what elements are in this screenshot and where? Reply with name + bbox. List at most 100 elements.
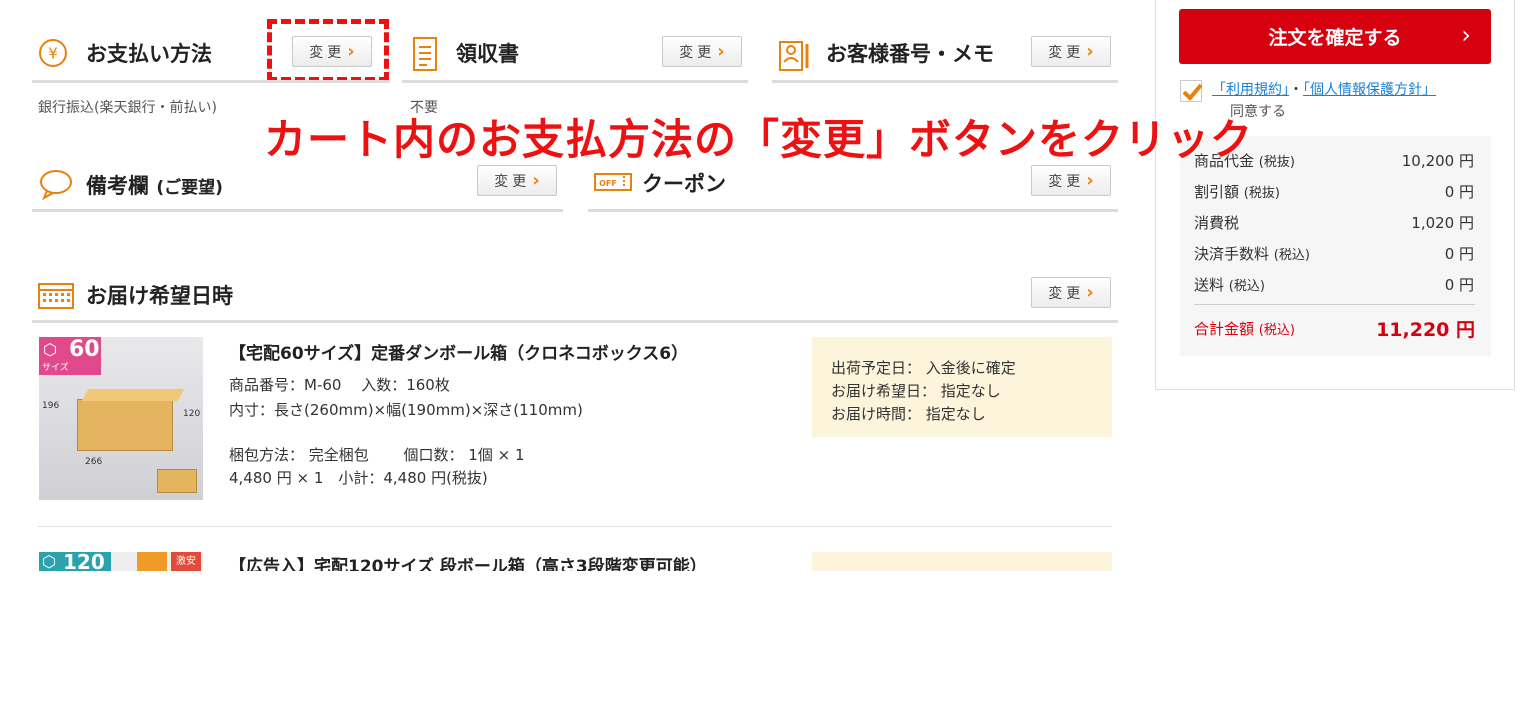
- thumb-dim-c: 266: [85, 457, 103, 467]
- privacy-link[interactable]: 「個人情報保護方針」: [1303, 82, 1436, 98]
- agree-text: 「利用規約」・「個人情報保護方針」: [1212, 79, 1436, 99]
- payment-section-title: お支払い方法: [86, 42, 212, 66]
- shipping-info-box: 出荷予定日： 入金後に確定 お届け希望日： 指定なし お届け時間： 指定なし: [812, 337, 1112, 437]
- remarks-section-title: 備考欄 (ご要望): [86, 170, 223, 200]
- remarks-change-button[interactable]: 変更 ›: [477, 165, 557, 196]
- discount-tag: 激安: [171, 552, 201, 571]
- remarks-divider: [32, 209, 563, 212]
- total-row: 合計金額 (税込) 11,220 円: [1194, 318, 1475, 341]
- summary-label: 割引額 (税抜): [1194, 183, 1280, 201]
- coupon-section-title: クーポン: [642, 172, 726, 196]
- customer-memo-icon: [778, 38, 814, 74]
- product-thumbnail[interactable]: ⬡ 60 サイズ 196 120 266: [39, 337, 203, 500]
- summary-row: 送料 (税込) 0 円: [1194, 274, 1474, 295]
- receipt-divider: [402, 80, 748, 83]
- payment-divider: [32, 80, 390, 83]
- summary-label: 決済手数料 (税込): [1194, 245, 1310, 263]
- product-title-2[interactable]: 【広告入】宅配120サイズ 段ボール箱（高さ3段階変更可能）: [229, 552, 707, 571]
- wish-time: お届け時間： 指定なし: [831, 405, 986, 423]
- checkmark-icon: [1182, 83, 1203, 101]
- summary-row: 決済手数料 (税込) 0 円: [1194, 243, 1474, 264]
- product-divider: [38, 526, 1112, 527]
- summary-label-text: 送料: [1194, 276, 1225, 294]
- instruction-annotation: カート内のお支払方法の「変更」ボタンをクリック: [264, 115, 1254, 164]
- remarks-title-sub: (ご要望): [156, 178, 223, 198]
- chevron-right-icon: ›: [1461, 21, 1471, 49]
- thumb-dim-b: 120: [183, 409, 201, 419]
- customer-change-label: 変更: [1048, 44, 1085, 61]
- coupon-divider: [588, 209, 1118, 212]
- chevron-right-icon: ›: [1086, 282, 1094, 303]
- summary-value: 0 円: [1444, 183, 1474, 201]
- summary-label-tax: (税込): [1228, 279, 1265, 294]
- total-divider: [1194, 304, 1475, 305]
- product-dimensions: 内寸：長さ(260mm)×幅(190mm)×深さ(110mm): [229, 401, 583, 419]
- highlight-box: [267, 19, 389, 82]
- summary-label: 送料 (税込): [1194, 276, 1265, 294]
- product-price: 4,480 円 × 1 小計：4,480 円(税抜): [229, 469, 488, 487]
- thumb-size-number-2: 120: [63, 550, 105, 571]
- terms-link[interactable]: 「利用規約」: [1212, 82, 1289, 98]
- summary-row: 割引額 (税抜) 0 円: [1194, 181, 1474, 202]
- customer-section-title: お客様番号・メモ: [826, 42, 994, 66]
- coupon-icon: OFF: [594, 172, 632, 192]
- chevron-right-icon: ›: [1086, 170, 1094, 191]
- size-badge: ⬡ 60 サイズ: [39, 337, 101, 375]
- total-label: 合計金額 (税込): [1194, 320, 1295, 338]
- thumb-dim-a: 196: [42, 401, 60, 411]
- summary-value: 1,020 円: [1411, 214, 1474, 232]
- cube-icon: ⬡: [42, 552, 56, 571]
- coupon-badge-text: OFF: [599, 179, 617, 188]
- payment-method-value: 銀行振込(楽天銀行・前払い): [38, 100, 217, 116]
- summary-label-text: 消費税: [1194, 214, 1240, 232]
- agree-checkbox[interactable]: [1180, 80, 1203, 102]
- product-packing: 梱包方法： 完全梱包 個口数： 1個 × 1: [229, 446, 525, 464]
- product-title[interactable]: 【宅配60サイズ】定番ダンボール箱（クロネコボックス6）: [229, 339, 688, 364]
- delivery-change-label: 変更: [1048, 285, 1085, 302]
- receipt-change-button[interactable]: 変更 ›: [662, 36, 742, 67]
- product-thumbnail-2[interactable]: 120 ⬡ 激安: [39, 550, 203, 571]
- coupon-change-button[interactable]: 変更 ›: [1031, 165, 1111, 196]
- chevron-right-icon: ›: [1086, 41, 1094, 62]
- confirm-order-label: 注文を確定する: [1268, 27, 1402, 49]
- receipt-change-label: 変更: [679, 44, 716, 61]
- discount-tag-label: 激安: [176, 556, 196, 567]
- summary-label-tax: (税抜): [1258, 155, 1295, 170]
- total-label-tax: (税込): [1258, 323, 1295, 338]
- summary-label-tax: (税抜): [1243, 186, 1280, 201]
- chevron-right-icon: ›: [532, 170, 540, 191]
- customer-divider: [772, 80, 1118, 83]
- box-top: [81, 389, 185, 401]
- delivery-change-button[interactable]: 変更 ›: [1031, 277, 1111, 308]
- confirm-order-button[interactable]: 注文を確定する ›: [1179, 9, 1491, 64]
- customer-change-button[interactable]: 変更 ›: [1031, 36, 1111, 67]
- size-badge-2: 120 ⬡: [39, 550, 111, 571]
- summary-value: 0 円: [1444, 245, 1474, 263]
- summary-label-text: 決済手数料: [1194, 245, 1270, 263]
- summary-row: 消費税 1,020 円: [1194, 212, 1474, 233]
- total-label-text: 合計金額: [1194, 320, 1255, 338]
- product-code: 商品番号：M-60 入数：160枚: [229, 376, 450, 394]
- speech-bubble-icon: [38, 168, 74, 201]
- small-box-image: [157, 469, 197, 493]
- chevron-right-icon: ›: [717, 41, 725, 62]
- delivery-section-title: お届け希望日時: [86, 284, 233, 308]
- product-2-viewport: 120 ⬡ 激安 【広告入】宅配120サイズ 段ボール箱（高さ3段階変更可能）: [0, 540, 1530, 571]
- agree-separator: ・: [1289, 82, 1303, 98]
- svg-text:¥: ¥: [48, 45, 58, 63]
- receipt-icon: [410, 36, 440, 74]
- cube-icon: ⬡: [43, 340, 57, 359]
- box-image: [77, 399, 173, 451]
- orange-tag: [137, 552, 167, 571]
- thumb-size-label: サイズ: [42, 363, 69, 373]
- summary-value: 0 円: [1444, 276, 1474, 294]
- total-value: 11,220 円: [1376, 319, 1475, 341]
- ship-date: 出荷予定日： 入金後に確定: [831, 359, 1016, 377]
- remarks-title-main: 備考欄: [86, 174, 149, 198]
- delivery-divider: [32, 320, 1118, 323]
- coupon-change-label: 変更: [1048, 173, 1085, 190]
- shipping-info-box-2: [812, 552, 1112, 571]
- yen-icon: ¥: [38, 38, 68, 68]
- thumb-size-number: 60: [69, 337, 100, 362]
- wish-day: お届け希望日： 指定なし: [831, 382, 1001, 400]
